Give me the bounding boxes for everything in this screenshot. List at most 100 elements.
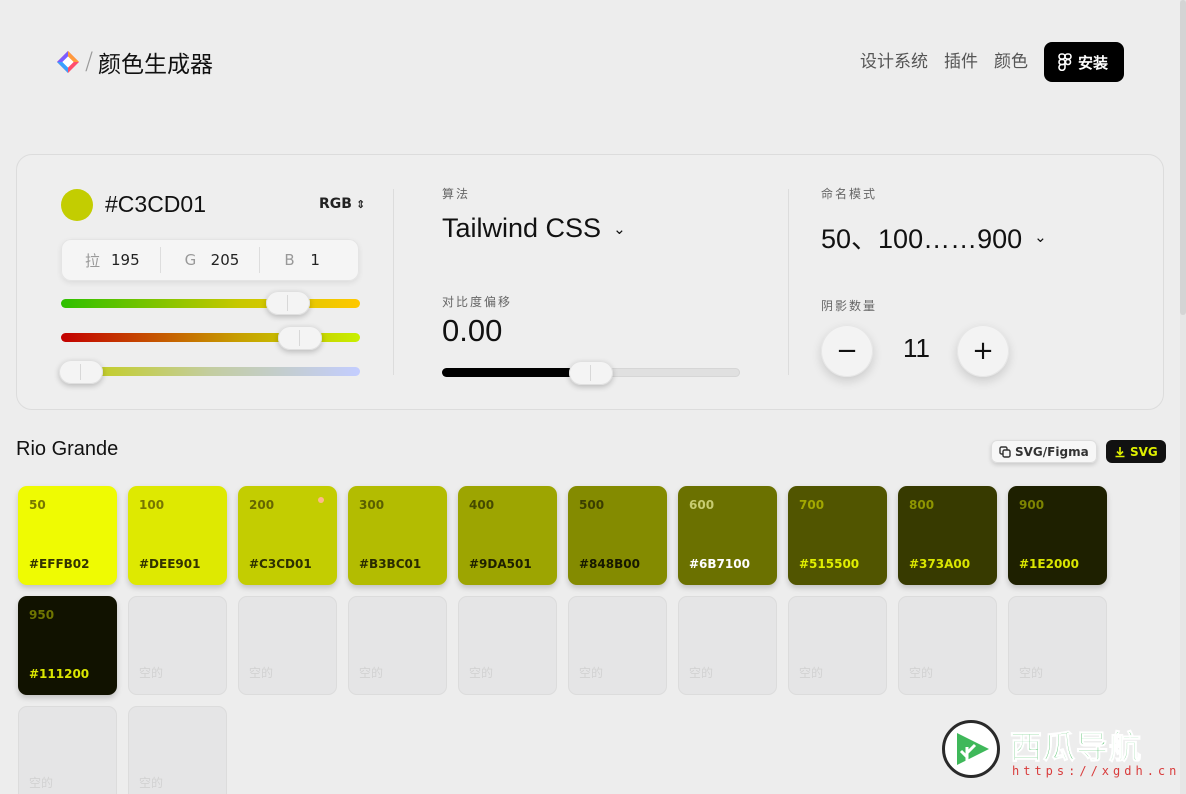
color-swatch[interactable]: 100 #DEE901 <box>128 486 227 585</box>
b-slider[interactable] <box>61 367 360 376</box>
r-channel-value[interactable]: 195 <box>111 251 140 269</box>
chevron-down-icon: ⌄ <box>613 220 626 238</box>
g-slider-handle[interactable] <box>278 326 323 350</box>
empty-swatch: 空的 <box>1008 596 1107 695</box>
decrement-button[interactable]: − <box>821 325 873 377</box>
updown-icon: ⇕ <box>355 197 366 211</box>
control-panel: #C3CD01 RGB ⇕ 拉 195 G 205 B 1 算法 Tailwin… <box>16 154 1164 410</box>
copy-svg-figma-button[interactable]: SVG/Figma <box>991 440 1097 463</box>
naming-select[interactable]: 50、100……900 ⌄ <box>821 217 1047 256</box>
empty-swatch: 空的 <box>238 596 337 695</box>
swatch-shade: 400 <box>469 498 495 512</box>
scrollbar-thumb[interactable] <box>1180 0 1186 315</box>
watermark: 西瓜导航 https://xgdh.cn <box>942 720 1182 784</box>
copy-svg-figma-label: SVG/Figma <box>1015 444 1089 459</box>
color-swatch[interactable]: 800 #373A00 <box>898 486 997 585</box>
swatch-hex: #B3BC01 <box>359 557 422 571</box>
swatch-shade: 900 <box>1019 498 1045 512</box>
empty-swatch-label: 空的 <box>469 666 494 680</box>
swatch-hex: #515500 <box>799 557 860 571</box>
increment-button[interactable]: + <box>957 325 1009 377</box>
chevron-down-icon: ⌄ <box>1034 228 1047 246</box>
shadow-count-label: 阴影数量 <box>821 299 878 313</box>
nav-design-system[interactable]: 设计系统 <box>860 42 928 82</box>
shadow-count-value: 11 <box>903 333 930 363</box>
color-swatch[interactable]: 400 #9DA501 <box>458 486 557 585</box>
empty-swatch: 空的 <box>18 706 117 794</box>
empty-swatch-label: 空的 <box>29 776 54 790</box>
swatch-hex: #111200 <box>29 667 90 681</box>
contrast-label: 对比度偏移 <box>442 295 513 309</box>
algorithm-select[interactable]: Tailwind CSS ⌄ <box>442 213 626 244</box>
color-mode-select[interactable]: RGB ⇕ <box>319 196 365 212</box>
copy-icon <box>999 445 1011 458</box>
empty-swatch: 空的 <box>128 706 227 794</box>
swatch-hex: #848B00 <box>579 557 640 571</box>
color-swatch[interactable]: 200 #C3CD01 <box>238 486 337 585</box>
empty-swatch: 空的 <box>348 596 447 695</box>
r-slider-handle[interactable] <box>266 291 311 315</box>
color-swatch[interactable]: 50 #EFFB02 <box>18 486 117 585</box>
color-swatch[interactable]: 900 #1E2000 <box>1008 486 1107 585</box>
empty-swatch-label: 空的 <box>579 666 604 680</box>
download-svg-label: SVG <box>1130 444 1158 459</box>
empty-swatch: 空的 <box>458 596 557 695</box>
figma-icon <box>1058 53 1072 71</box>
contrast-slider-handle[interactable] <box>569 361 613 385</box>
swatch-hex: #9DA501 <box>469 557 532 571</box>
swatch-shade: 300 <box>359 498 385 512</box>
algorithm-value: Tailwind CSS <box>442 213 602 243</box>
watermark-url: https://xgdh.cn <box>1012 764 1181 778</box>
algorithm-label: 算法 <box>442 187 471 201</box>
color-swatch[interactable]: 600 #6B7100 <box>678 486 777 585</box>
current-indicator <box>318 497 324 503</box>
rgb-inputs: 拉 195 G 205 B 1 <box>61 239 359 281</box>
empty-swatch: 空的 <box>788 596 887 695</box>
breadcrumb-separator: / <box>85 47 94 75</box>
empty-swatch: 空的 <box>568 596 667 695</box>
minus-icon: − <box>836 336 858 366</box>
swatch-shade: 600 <box>689 498 715 512</box>
nav-plugins[interactable]: 插件 <box>944 42 978 82</box>
download-svg-button[interactable]: SVG <box>1106 440 1166 463</box>
plus-icon: + <box>972 336 994 366</box>
install-label: 安装 <box>1077 53 1108 72</box>
color-mode-value: RGB <box>319 196 352 212</box>
watermark-logo <box>942 720 1000 778</box>
app-logo[interactable] <box>56 50 80 74</box>
swatch-hex: #C3CD01 <box>249 557 312 571</box>
swatch-shade: 200 <box>249 498 275 512</box>
swatch-shade: 700 <box>799 498 825 512</box>
empty-swatch: 空的 <box>898 596 997 695</box>
r-channel-field[interactable]: 拉 195 <box>61 247 161 273</box>
swatch-shade: 100 <box>139 498 165 512</box>
empty-swatch-label: 空的 <box>249 666 274 680</box>
g-channel-value[interactable]: 205 <box>211 251 240 269</box>
palette-name: Rio Grande <box>16 438 119 460</box>
empty-swatch-label: 空的 <box>139 666 164 680</box>
install-button[interactable]: 安装 <box>1043 42 1124 82</box>
current-color-swatch[interactable] <box>61 189 93 221</box>
color-swatch[interactable]: 300 #B3BC01 <box>348 486 447 585</box>
empty-swatch: 空的 <box>678 596 777 695</box>
color-swatch[interactable]: 500 #848B00 <box>568 486 667 585</box>
b-channel-field[interactable]: B 1 <box>260 247 359 273</box>
contrast-value: 0.00 <box>442 313 503 348</box>
color-swatch[interactable]: 700 #515500 <box>788 486 887 585</box>
color-swatch[interactable]: 950 #111200 <box>18 596 117 695</box>
swatch-hex: #1E2000 <box>1019 557 1079 571</box>
empty-swatch-label: 空的 <box>689 666 714 680</box>
nav-colors[interactable]: 颜色 <box>994 42 1028 82</box>
b-channel-value[interactable]: 1 <box>310 251 320 269</box>
page-title: 颜色生成器 <box>98 52 213 78</box>
b-slider-handle[interactable] <box>59 360 103 384</box>
hex-input[interactable]: #C3CD01 <box>105 191 206 218</box>
swatch-hex: #DEE901 <box>139 557 201 571</box>
g-channel-field[interactable]: G 205 <box>161 247 261 273</box>
r-slider[interactable] <box>61 299 360 308</box>
panel-divider <box>393 189 394 375</box>
empty-swatch-label: 空的 <box>139 776 164 790</box>
empty-swatch-label: 空的 <box>359 666 384 680</box>
empty-swatch-label: 空的 <box>909 666 934 680</box>
naming-value: 50、100……900 <box>821 224 1023 254</box>
